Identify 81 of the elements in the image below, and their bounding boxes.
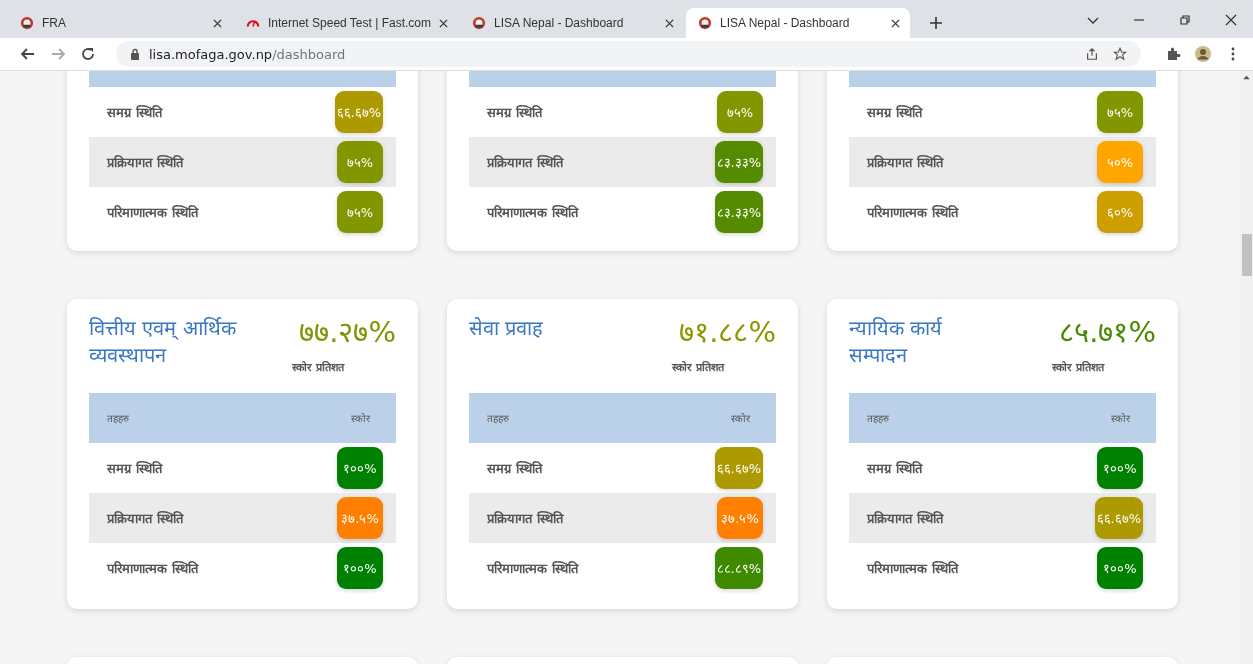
column-header: तहहरु <box>107 412 129 425</box>
close-icon[interactable] <box>891 18 900 28</box>
puzzle-piece-icon[interactable] <box>1165 46 1181 62</box>
table-cell-text: समग्र स्थिति <box>107 460 162 477</box>
score-badge: ८३.३३% <box>714 191 763 233</box>
avatar-icon[interactable] <box>1195 46 1211 62</box>
score-badge: ६६.६७% <box>334 91 383 133</box>
score-badge: १००% <box>337 447 383 489</box>
url-text: lisa.mofaga.gov.np/dashboard <box>149 46 346 62</box>
table-cell-text: परिमाणात्मक स्थिति <box>867 560 958 577</box>
browser-tab[interactable]: Internet Speed Test | Fast.com <box>234 8 458 38</box>
score-badge: १००% <box>337 547 383 589</box>
table-cell-text: समग्र स्थिति <box>107 104 162 121</box>
table-cell-text: समग्र स्थिति <box>867 460 922 477</box>
score-total: ७७.२७% <box>299 315 396 349</box>
table-cell-text: परिमाणात्मक स्थिति <box>487 560 578 577</box>
star-icon[interactable] <box>1113 47 1127 61</box>
table-cell-text: परिमाणात्मक स्थिति <box>487 204 578 221</box>
score-badge: १००% <box>1097 447 1143 489</box>
score-badge: ६६.६७% <box>714 447 763 489</box>
new-tab-icon[interactable] <box>930 17 942 29</box>
scroll-up-icon[interactable] <box>1243 75 1250 80</box>
share-icon[interactable] <box>1085 47 1099 61</box>
browser-tab[interactable]: FRA <box>8 8 232 38</box>
score-badge: ६०% <box>1097 191 1143 233</box>
lock-icon <box>130 48 140 60</box>
table-cell-text: परिमाणात्मक स्थिति <box>867 204 958 221</box>
tab-title: FRA <box>42 16 67 30</box>
emblem-icon <box>472 16 486 30</box>
card-title: वित्तीय एवम् आर्थिक व्यवस्थापन <box>89 315 238 369</box>
score-badge: ८३.३३% <box>714 141 763 183</box>
table-cell-text: समग्र स्थिति <box>867 104 922 121</box>
tab-title: Internet Speed Test | Fast.com <box>268 16 431 30</box>
tab-title: LISA Nepal - Dashboard <box>720 16 851 30</box>
table-cell-text: प्रक्रियागत स्थिति <box>487 510 563 527</box>
column-header: स्कोर <box>351 412 370 425</box>
score-caption: स्कोर प्रतिशत <box>672 360 724 374</box>
score-badge: ७५% <box>337 191 383 233</box>
table-cell-text: प्रक्रियागत स्थिति <box>867 510 943 527</box>
score-badge: १००% <box>1097 547 1143 589</box>
back-arrow-icon[interactable] <box>20 46 36 62</box>
score-badge: ५०% <box>1097 141 1143 183</box>
score-total: ८५.७१% <box>1059 315 1156 349</box>
emblem-icon <box>20 16 34 30</box>
score-badge: ६६.६७% <box>1094 497 1143 539</box>
tab-title: LISA Nepal - Dashboard <box>494 16 625 30</box>
scrollbar-thumb[interactable] <box>1242 234 1252 276</box>
table-cell-text: परिमाणात्मक स्थिति <box>107 204 198 221</box>
close-icon[interactable] <box>439 18 448 28</box>
score-badge: ३७.५% <box>717 497 763 539</box>
table-cell-text: प्रक्रियागत स्थिति <box>487 154 563 171</box>
score-badge: ७५% <box>717 91 763 133</box>
close-icon[interactable] <box>213 18 222 28</box>
column-header: तहहरु <box>487 412 509 425</box>
table-cell-text: समग्र स्थिति <box>487 460 542 477</box>
table-cell-text: परिमाणात्मक स्थिति <box>107 560 198 577</box>
card-title: सेवा प्रवाह <box>469 315 545 342</box>
card-title: न्यायिक कार्य सम्पादन <box>849 315 944 369</box>
column-header: तहहरु <box>867 412 889 425</box>
scrollbar[interactable] <box>1240 71 1253 664</box>
score-caption: स्कोर प्रतिशत <box>1052 360 1104 374</box>
reload-icon[interactable] <box>80 46 96 62</box>
table-cell-text: प्रक्रियागत स्थिति <box>867 154 943 171</box>
score-badge: ३७.५% <box>337 497 383 539</box>
table-cell-text: प्रक्रियागत स्थिति <box>107 154 183 171</box>
emblem-icon <box>698 16 712 30</box>
address-bar[interactable]: lisa.mofaga.gov.np/dashboard <box>116 41 1141 67</box>
table-cell-text: प्रक्रियागत स्थिति <box>107 510 183 527</box>
restore-icon[interactable] <box>1179 14 1191 26</box>
score-caption: स्कोर प्रतिशत <box>292 360 344 374</box>
close-icon[interactable] <box>665 18 674 28</box>
close-icon[interactable] <box>1225 14 1237 26</box>
column-header: स्कोर <box>731 412 750 425</box>
score-badge: ७५% <box>337 141 383 183</box>
browser-tab[interactable]: LISA Nepal - Dashboard <box>686 8 910 38</box>
score-total: ७१.८८% <box>679 315 776 349</box>
score-badge: ८८.८९% <box>714 547 763 589</box>
column-header: स्कोर <box>1111 412 1130 425</box>
score-badge: ७५% <box>1097 91 1143 133</box>
table-cell-text: समग्र स्थिति <box>487 104 542 121</box>
browser-tab[interactable]: LISA Nepal - Dashboard <box>460 8 684 38</box>
